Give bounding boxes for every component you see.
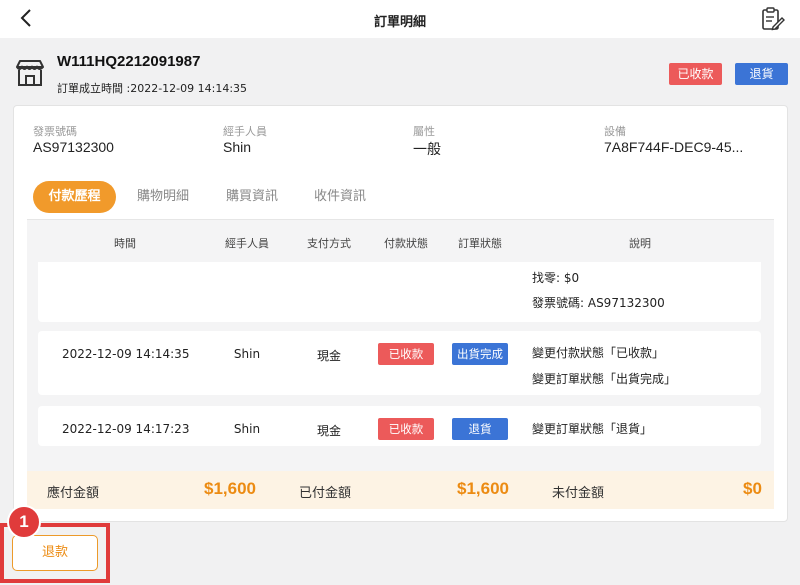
column-header-payment-method: 支付方式 bbox=[307, 237, 351, 250]
tab-purchase-info[interactable]: 購買資訊 bbox=[215, 181, 289, 213]
step-number-badge: 1 bbox=[7, 505, 41, 539]
payment-status-badge[interactable]: 已收款 bbox=[669, 63, 722, 85]
column-header-payment-status: 付款狀態 bbox=[384, 237, 428, 250]
payable-amount-label: 應付金額 bbox=[47, 486, 100, 501]
staff-value: Shin bbox=[223, 139, 252, 155]
staff-label: 經手人員 bbox=[223, 125, 267, 138]
paid-amount-label: 已付金額 bbox=[299, 486, 352, 501]
tab-shopping-details[interactable]: 購物明細 bbox=[126, 181, 200, 213]
table-row[interactable] bbox=[38, 262, 761, 322]
device-value: 7A8F744F-DEC9-45... bbox=[604, 139, 744, 155]
row-payment-status-badge: 已收款 bbox=[378, 343, 434, 365]
column-header-description: 說明 bbox=[629, 237, 651, 250]
row-payment-method: 現金 bbox=[316, 424, 341, 438]
order-created-time: 訂單成立時間 :2022-12-09 14:14:35 bbox=[57, 82, 248, 95]
page-title: 訂單明細 bbox=[373, 15, 426, 30]
tab-payment-history[interactable]: 付款歷程 bbox=[33, 181, 116, 213]
amount-summary bbox=[27, 471, 774, 509]
row-note: 變更訂單狀態「出貨完成」 bbox=[532, 372, 677, 386]
refund-button[interactable]: 退款 bbox=[12, 535, 98, 571]
attribute-label: 屬性 bbox=[413, 125, 435, 138]
row-payment-status-badge: 已收款 bbox=[378, 418, 434, 440]
row-note: 變更訂單狀態「退貨」 bbox=[532, 422, 653, 436]
edit-note-button[interactable] bbox=[760, 7, 786, 31]
invoice-number-label: 發票號碼 bbox=[33, 125, 77, 138]
row-note: 找零: $0 bbox=[532, 271, 580, 285]
order-status-badge[interactable]: 退貨 bbox=[735, 63, 788, 85]
column-header-staff: 經手人員 bbox=[225, 237, 269, 250]
row-staff: Shin bbox=[233, 347, 261, 361]
order-number: W111HQ2212091987 bbox=[57, 53, 201, 70]
row-note: 發票號碼: AS97132300 bbox=[532, 296, 665, 310]
attribute-value: 一般 bbox=[413, 141, 441, 157]
row-time: 2022-12-09 14:14:35 bbox=[62, 347, 190, 361]
clipboard-edit-icon bbox=[762, 7, 785, 31]
payable-amount-value: $1,600 bbox=[204, 479, 256, 498]
device-label: 設備 bbox=[604, 125, 626, 138]
column-header-order-status: 訂單狀態 bbox=[458, 237, 502, 250]
paid-amount-value: $1,600 bbox=[457, 479, 509, 498]
top-bar: 訂單明細 bbox=[0, 0, 800, 38]
unpaid-amount-label: 未付金額 bbox=[552, 486, 605, 501]
row-note: 變更付款狀態「已收款」 bbox=[532, 346, 665, 360]
row-order-status-badge: 退貨 bbox=[452, 418, 508, 440]
invoice-number-value: AS97132300 bbox=[33, 139, 114, 155]
column-header-time: 時間 bbox=[114, 237, 136, 250]
tab-recipient-info[interactable]: 收件資訊 bbox=[303, 181, 377, 213]
store-icon bbox=[14, 57, 46, 89]
row-order-status-badge: 出貨完成 bbox=[452, 343, 508, 365]
unpaid-amount-value: $0 bbox=[743, 479, 762, 498]
row-staff: Shin bbox=[233, 422, 261, 436]
row-payment-method: 現金 bbox=[316, 349, 341, 363]
row-time: 2022-12-09 14:17:23 bbox=[62, 422, 190, 436]
